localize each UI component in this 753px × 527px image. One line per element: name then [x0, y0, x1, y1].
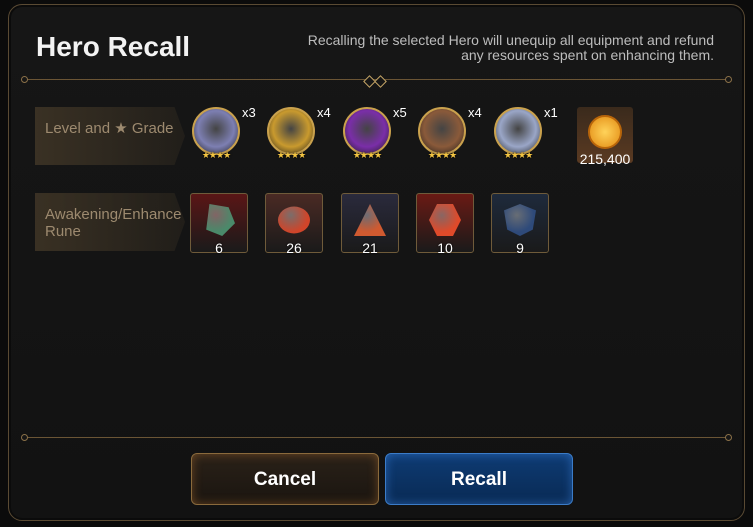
divider-end-dot — [21, 434, 28, 441]
hero-recall-dialog: Hero Recall Recalling the selected Hero … — [8, 4, 745, 521]
divider-ornament — [363, 73, 387, 91]
hero-portrait[interactable]: x4 ★★★★ — [418, 105, 482, 160]
rune-count: 26 — [286, 240, 302, 256]
rune-count: 21 — [362, 240, 378, 256]
awakening-rune-label: Awakening/Enhance Rune — [35, 193, 185, 251]
red-triangle-rune-icon — [354, 204, 386, 236]
star-grade: ★★★★ — [201, 150, 231, 160]
level-grade-label: Level and ★ Grade — [35, 107, 185, 165]
divider-end-dot — [725, 76, 732, 83]
hero-portrait[interactable]: x1 ★★★★ — [494, 105, 558, 160]
green-stone-rune-icon — [206, 204, 235, 236]
hero-count: x1 — [544, 105, 558, 120]
red-oval-rune-icon — [278, 206, 310, 234]
rune-item[interactable]: 21 — [341, 193, 399, 256]
divider-end-dot — [21, 76, 28, 83]
star-grade: ★★★★ — [276, 150, 306, 160]
dialog-title: Hero Recall — [36, 31, 191, 62]
hero-count: x4 — [317, 105, 331, 120]
cancel-button[interactable]: Cancel — [191, 453, 379, 505]
blue-shield-rune-icon — [504, 204, 536, 236]
rune-item[interactable]: 26 — [265, 193, 323, 256]
divider-end-dot — [725, 434, 732, 441]
hero-count: x4 — [468, 105, 482, 120]
star-grade: ★★★★ — [427, 150, 457, 160]
rune-count: 9 — [516, 240, 524, 256]
bottom-divider — [25, 437, 728, 438]
rune-count: 6 — [215, 240, 223, 256]
star-grade: ★★★★ — [352, 150, 382, 160]
rune-item[interactable]: 6 — [190, 193, 248, 256]
recall-button[interactable]: Recall — [385, 453, 573, 505]
star-grade: ★★★★ — [503, 150, 533, 160]
hero-count: x5 — [393, 105, 407, 120]
red-hexagon-rune-icon — [429, 204, 461, 236]
rune-item[interactable]: 10 — [416, 193, 474, 256]
hero-portrait[interactable]: x3 ★★★★ — [192, 105, 256, 160]
rune-item[interactable]: 9 — [491, 193, 549, 256]
gold-reward[interactable]: 215,400 — [577, 107, 633, 167]
hero-count: x3 — [242, 105, 256, 120]
rune-count: 10 — [437, 240, 453, 256]
hero-portrait[interactable]: x4 ★★★★ — [267, 105, 331, 160]
dialog-description: Recalling the selected Hero will unequip… — [307, 32, 714, 63]
hero-portrait[interactable]: x5 ★★★★ — [343, 105, 407, 160]
gold-amount: 215,400 — [579, 151, 631, 167]
gold-coin-icon — [588, 115, 622, 149]
